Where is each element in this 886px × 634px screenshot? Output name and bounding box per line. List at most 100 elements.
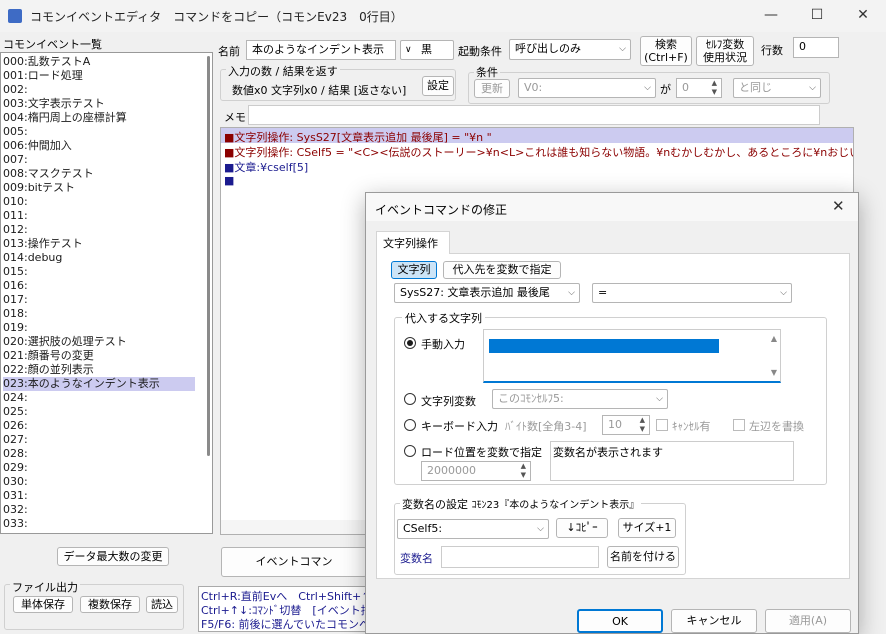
code-line[interactable]: ■文字列操作: SysS27[文章表示追加 最後尾] = "¥n " bbox=[224, 129, 492, 145]
size-plus-button[interactable]: サイズ+1 bbox=[618, 518, 676, 538]
list-item[interactable]: 011: bbox=[3, 209, 28, 223]
help-line: F5/F6: 前後に選んでいたコモンへ飛ぶ bbox=[201, 618, 368, 631]
string-var-radio[interactable] bbox=[404, 393, 416, 405]
var-select[interactable]: CSelf5: ⌵ bbox=[397, 519, 549, 539]
dialog-close-icon[interactable]: ✕ bbox=[832, 197, 845, 215]
common-event-list[interactable]: 000:乱数テストA 001:ロード処理 002: 003:文字表示テスト 004:楕円… bbox=[0, 52, 213, 534]
self-var-usage-button[interactable]: ｾﾙﾌ変数 使用状況 bbox=[696, 36, 754, 66]
list-item[interactable]: 018: bbox=[3, 307, 28, 321]
string-mode-button[interactable]: 文字列 bbox=[391, 261, 437, 279]
code-line[interactable]: ■ bbox=[224, 174, 234, 187]
left-swap-label: 左辺を書換 bbox=[749, 420, 804, 433]
keyboard-input-label: キーボード入力 bbox=[421, 420, 498, 433]
operator-select[interactable]: = ⌵ bbox=[592, 283, 792, 303]
condition-update-button[interactable]: 更新 bbox=[474, 79, 510, 98]
list-item[interactable]: 031: bbox=[3, 489, 28, 503]
list-title: コモンイベント一覧 bbox=[3, 38, 102, 51]
io-value: 数値x0 文字列x0 / 結果 [返さない] bbox=[232, 84, 407, 97]
list-item[interactable]: 000:乱数テストA bbox=[3, 55, 90, 69]
list-item[interactable]: 001:ロード処理 bbox=[3, 69, 83, 83]
app-icon bbox=[8, 9, 22, 23]
code-line[interactable]: ■文字列操作: CSelf5 = "<C><伝説のストーリー>¥n<L>これは誰… bbox=[224, 144, 853, 160]
load-pos-input[interactable]: 2000000 ▲ ▼ bbox=[421, 461, 531, 481]
list-scrollbar[interactable] bbox=[207, 56, 210, 456]
name-input[interactable]: 本のようなインデント表示 bbox=[246, 40, 396, 60]
list-item[interactable]: 027: bbox=[3, 433, 28, 447]
list-item[interactable]: 005: bbox=[3, 125, 28, 139]
target-by-var-button[interactable]: 代入先を変数で指定 bbox=[443, 261, 561, 279]
string-var-select[interactable]: このｺﾓﾝｾﾙﾌ5: ⌵ bbox=[492, 389, 668, 409]
list-item[interactable]: 016: bbox=[3, 279, 28, 293]
scroll-down-icon[interactable]: ▼ bbox=[771, 368, 777, 377]
list-item[interactable]: 002: bbox=[3, 83, 28, 97]
event-command-button[interactable]: イベントコマン bbox=[221, 547, 367, 577]
multi-save-button[interactable]: 複数保存 bbox=[80, 596, 140, 613]
list-item[interactable]: 014:debug bbox=[3, 251, 62, 265]
list-item[interactable]: 009:bitテスト bbox=[3, 181, 75, 195]
single-save-button[interactable]: 単体保存 bbox=[13, 596, 73, 613]
var-name-input[interactable] bbox=[441, 546, 599, 568]
list-item[interactable]: 004:楕円周上の座標計算 bbox=[3, 111, 127, 125]
list-item[interactable]: 028: bbox=[3, 447, 28, 461]
search-button[interactable]: 検索 (Ctrl+F) bbox=[640, 36, 692, 66]
list-item[interactable]: 010: bbox=[3, 195, 28, 209]
load-pos-radio[interactable] bbox=[404, 445, 416, 457]
list-item[interactable]: 008:マスクテスト bbox=[3, 167, 94, 181]
byte-count-label: ﾊﾞｲﾄ数[全角3-4] bbox=[505, 420, 587, 433]
condition-number-input[interactable]: 0 ▲ ▼ bbox=[676, 78, 722, 98]
keyboard-input-radio[interactable] bbox=[404, 419, 416, 431]
cancel-ok-checkbox[interactable] bbox=[656, 419, 668, 431]
code-line[interactable]: ■文章:¥cself[5] bbox=[224, 159, 308, 175]
list-item[interactable]: 012: bbox=[3, 223, 28, 237]
list-item[interactable]: 024: bbox=[3, 391, 28, 405]
list-item[interactable]: 021:顔番号の変更 bbox=[3, 349, 94, 363]
memo-input[interactable] bbox=[248, 105, 820, 125]
chevron-down-icon: ⌵ bbox=[644, 83, 651, 93]
var-name-display: 変数名が表示されます bbox=[550, 441, 794, 481]
list-item[interactable]: 029: bbox=[3, 461, 28, 475]
string-var-label: 文字列変数 bbox=[421, 395, 476, 408]
list-item[interactable]: 026: bbox=[3, 419, 28, 433]
scroll-up-icon[interactable]: ▲ bbox=[771, 334, 777, 343]
apply-button[interactable]: 適用(A) bbox=[765, 609, 851, 633]
set-name-button[interactable]: 名前を付ける bbox=[607, 546, 679, 568]
list-item[interactable]: 003:文字表示テスト bbox=[3, 97, 105, 111]
cancel-button[interactable]: キャンセル bbox=[671, 609, 757, 633]
io-label: 入力の数 / 結果を返す bbox=[226, 63, 340, 79]
target-select[interactable]: SysS27: 文章表示追加 最後尾 ⌵ bbox=[394, 283, 580, 303]
data-max-button[interactable]: データ最大数の変更 bbox=[57, 547, 169, 566]
list-item[interactable]: 033: bbox=[3, 517, 28, 531]
color-select[interactable]: ∨ 黒 bbox=[400, 40, 454, 60]
manual-text-input[interactable]: ▲ ▼ bbox=[483, 329, 781, 383]
list-item[interactable]: 020:選択肢の処理テスト bbox=[3, 335, 127, 349]
condition-var-select[interactable]: V0: ⌵ bbox=[518, 78, 656, 98]
start-condition-select[interactable]: 呼び出しのみ ⌵ bbox=[509, 39, 631, 60]
close-button[interactable]: ✕ bbox=[840, 0, 886, 32]
list-item[interactable]: 023:本のようなインデント表示 bbox=[3, 377, 195, 391]
ok-button[interactable]: OK bbox=[577, 609, 663, 633]
list-item[interactable]: 022:顔の並列表示 bbox=[3, 363, 94, 377]
list-item[interactable]: 006:仲間加入 bbox=[3, 139, 72, 153]
io-setting-button[interactable]: 設定 bbox=[422, 76, 454, 96]
maximize-button[interactable]: ☐ bbox=[794, 0, 840, 32]
byte-count-input[interactable]: 10 ▲ ▼ bbox=[602, 415, 650, 435]
rows-input[interactable]: 0 bbox=[793, 37, 839, 58]
list-item[interactable]: 013:操作テスト bbox=[3, 237, 83, 251]
list-item[interactable]: 030: bbox=[3, 475, 28, 489]
cancel-ok-label: ｷｬﾝｾﾙ有 bbox=[672, 420, 711, 433]
list-item[interactable]: 025: bbox=[3, 405, 28, 419]
minimize-button[interactable]: — bbox=[748, 0, 794, 32]
load-button[interactable]: 読込 bbox=[146, 596, 178, 613]
memo-label: メモ bbox=[224, 111, 246, 124]
list-item[interactable]: 017: bbox=[3, 293, 28, 307]
list-item[interactable]: 032: bbox=[3, 503, 28, 517]
list-item[interactable]: 007: bbox=[3, 153, 28, 167]
left-swap-checkbox[interactable] bbox=[733, 419, 745, 431]
list-item[interactable]: 019: bbox=[3, 321, 28, 335]
manual-input-radio[interactable] bbox=[404, 337, 416, 349]
file-output-label: ファイル出力 bbox=[10, 579, 80, 595]
title-bar: コモンイベントエディタ コマンドをコピー（コモンEv23 0行目） — ☐ ✕ bbox=[0, 0, 886, 32]
condition-operator-select[interactable]: と同じ ⌵ bbox=[733, 78, 821, 98]
copy-down-button[interactable]: ↓ｺﾋﾟｰ bbox=[556, 518, 608, 538]
list-item[interactable]: 015: bbox=[3, 265, 28, 279]
